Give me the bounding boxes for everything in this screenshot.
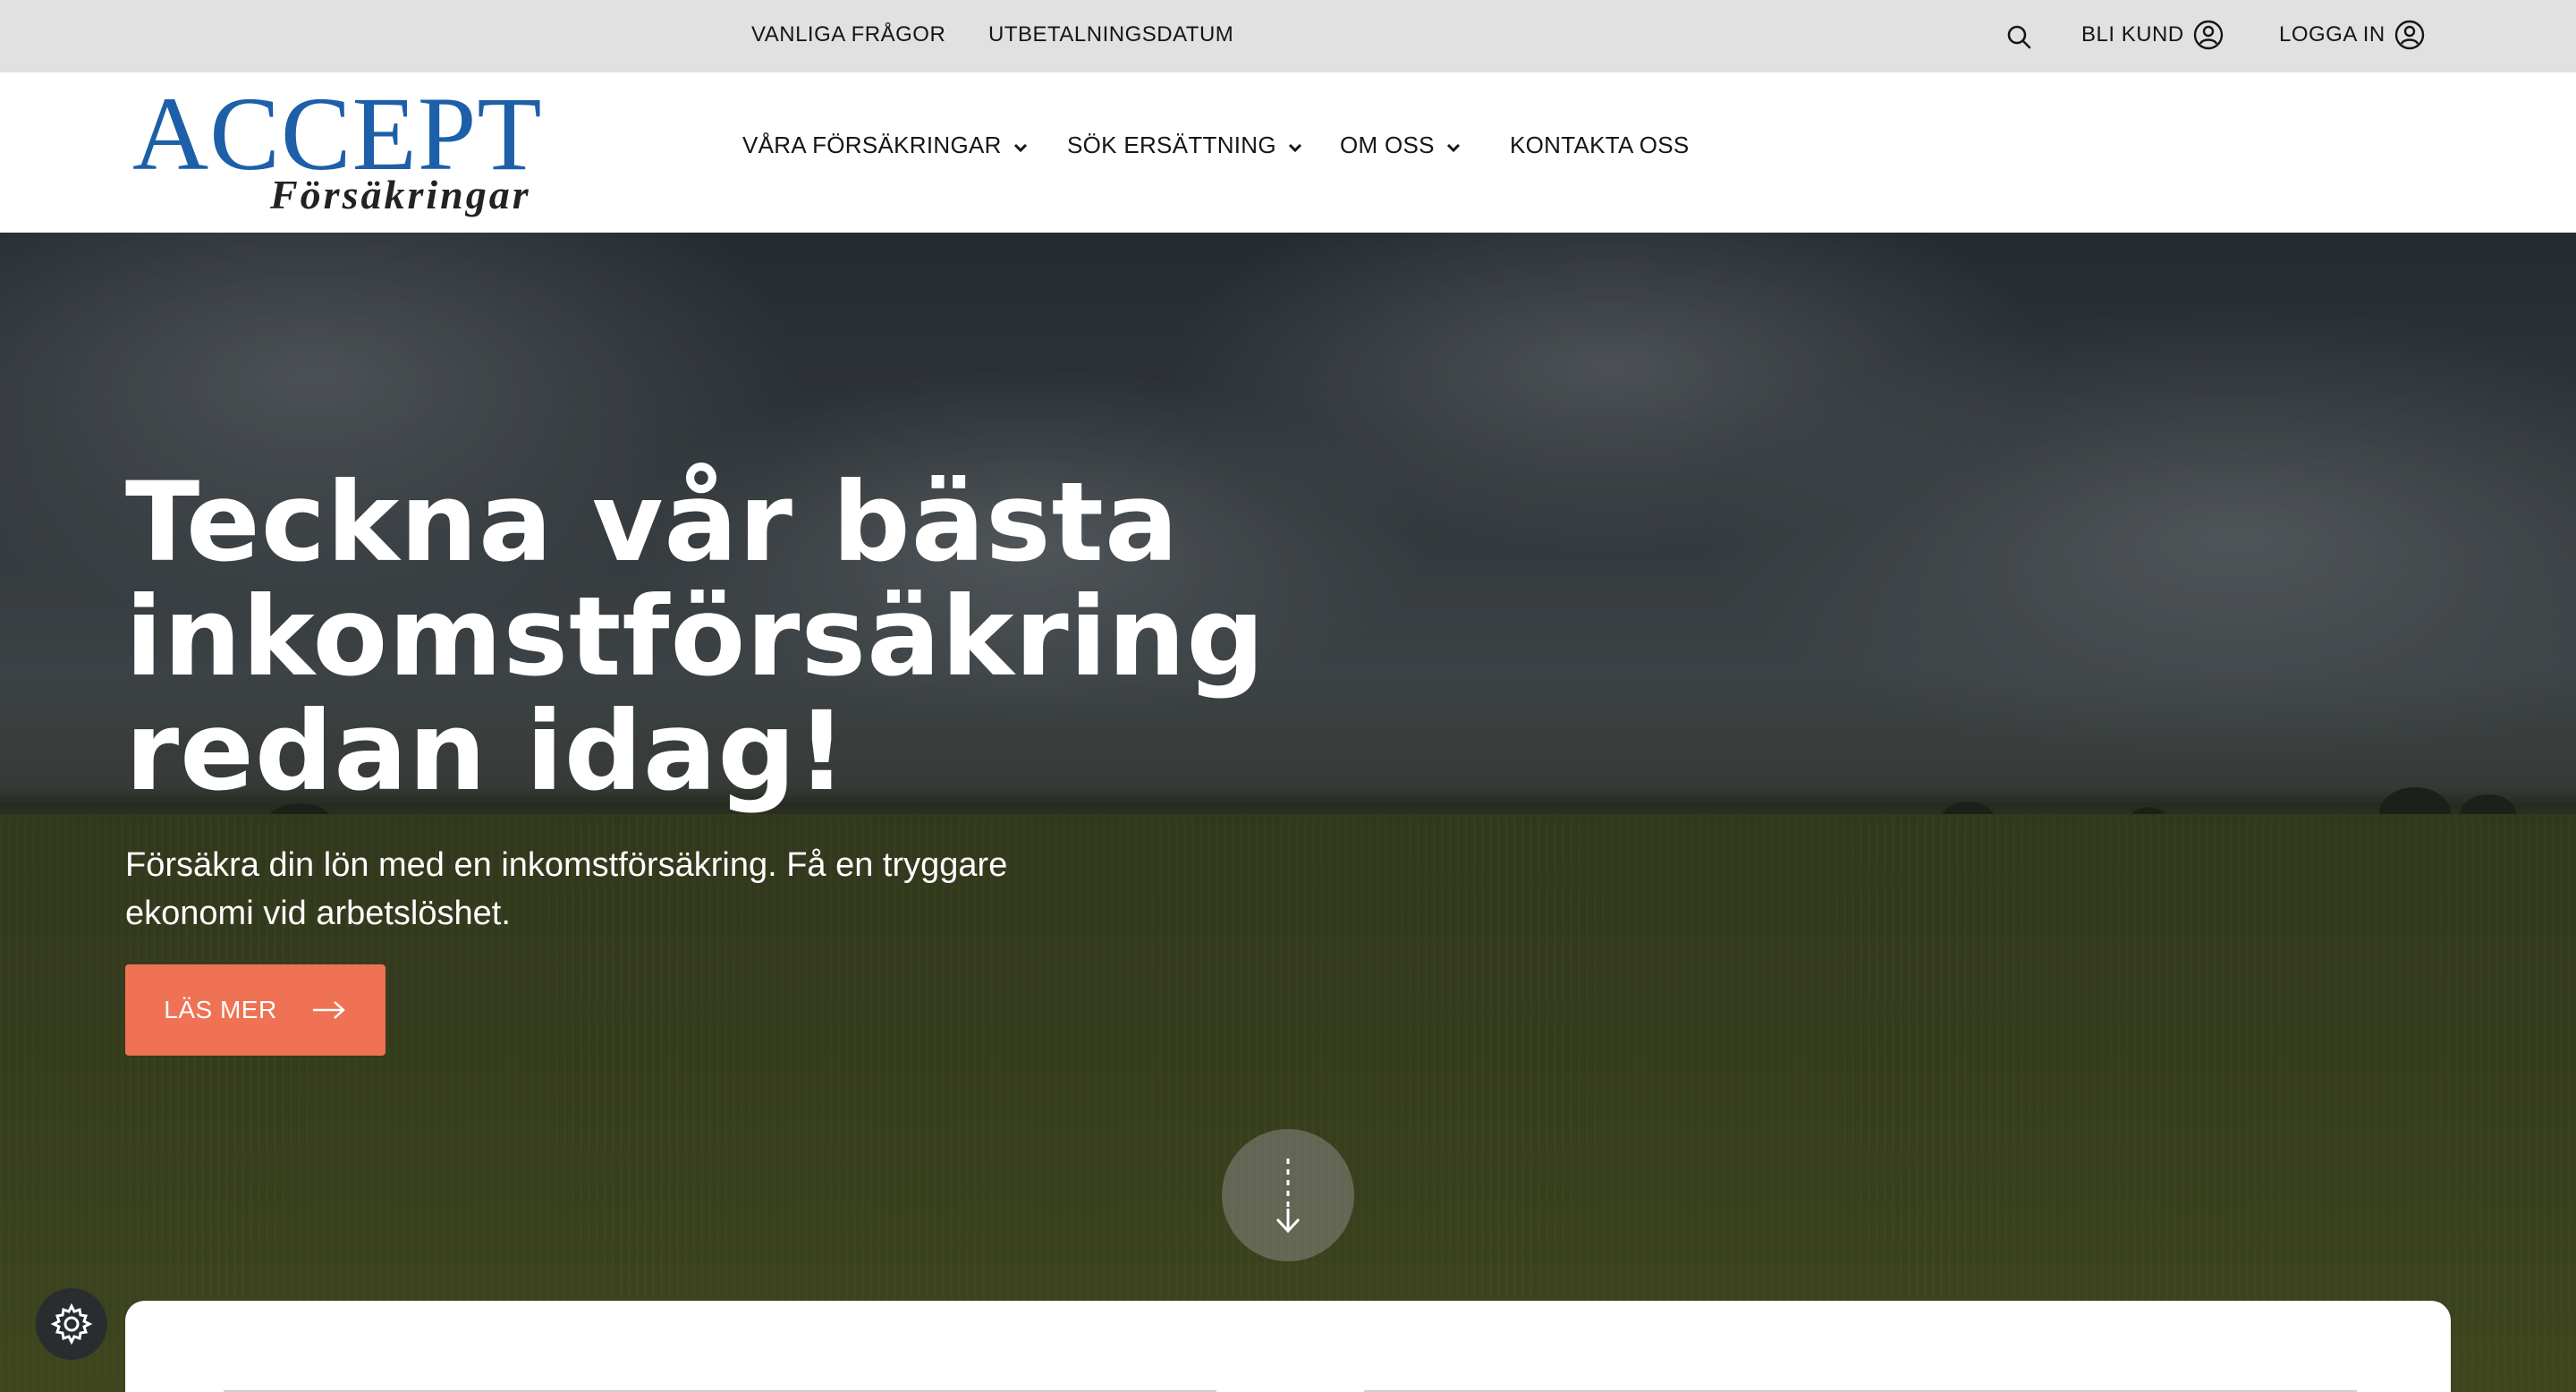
- chevron-down-icon: [1288, 143, 1301, 152]
- nav-claim-compensation[interactable]: SÖK ERSÄTTNING: [1067, 132, 1303, 159]
- nav-contact-us[interactable]: KONTAKTA OSS: [1510, 132, 1690, 159]
- nav-label: VÅRA FÖRSÄKRINGAR: [742, 132, 1002, 158]
- read-more-button[interactable]: LÄS MER: [125, 964, 386, 1056]
- payout-dates-link[interactable]: UTBETALNINGSDATUM: [988, 21, 1233, 48]
- cookie-settings-button[interactable]: [36, 1288, 107, 1360]
- hero-section: Teckna vår bästa inkomstförsäkring redan…: [0, 233, 2576, 1392]
- nav-our-insurances[interactable]: VÅRA FÖRSÄKRINGAR: [742, 132, 1029, 159]
- faq-link[interactable]: VANLIGA FRÅGOR: [751, 21, 945, 48]
- login-label: LOGGA IN: [2279, 22, 2385, 47]
- accept-logo[interactable]: ACCEPT Försäkringar: [132, 81, 544, 216]
- nav-label: KONTAKTA OSS: [1510, 132, 1690, 158]
- scroll-down-button[interactable]: [1222, 1129, 1354, 1261]
- arrow-right-icon: [312, 1001, 345, 1019]
- become-customer-link[interactable]: BLI KUND: [2081, 20, 2224, 50]
- user-circle-icon: [2193, 20, 2223, 50]
- nav-about-us[interactable]: OM OSS: [1340, 132, 1462, 159]
- user-circle-icon: [2394, 20, 2424, 50]
- chevron-down-icon: [1446, 143, 1460, 152]
- search-icon[interactable]: [2005, 23, 2032, 50]
- login-link[interactable]: LOGGA IN: [2279, 20, 2425, 50]
- nav-label: SÖK ERSÄTTNING: [1067, 132, 1276, 158]
- content-card: [125, 1301, 2451, 1392]
- read-more-label: LÄS MER: [164, 996, 277, 1023]
- nav-label: OM OSS: [1340, 132, 1435, 158]
- hero-title: Teckna vår bästa inkomstförsäkring redan…: [125, 459, 1266, 815]
- logo-subtitle: Försäkringar: [270, 172, 531, 217]
- arrow-down-icon: [1275, 1159, 1301, 1234]
- main-header: ACCEPT Försäkringar VÅRA FÖRSÄKRINGAR SÖ…: [0, 72, 2576, 233]
- chevron-down-icon: [1013, 143, 1027, 152]
- top-utility-bar: VANLIGA FRÅGOR UTBETALNINGSDATUM BLI KUN…: [0, 0, 2576, 72]
- hero-lead: Försäkra din lön med en inkomstförsäkrin…: [125, 846, 1008, 932]
- become-customer-label: BLI KUND: [2081, 22, 2184, 47]
- gear-icon: [50, 1303, 93, 1345]
